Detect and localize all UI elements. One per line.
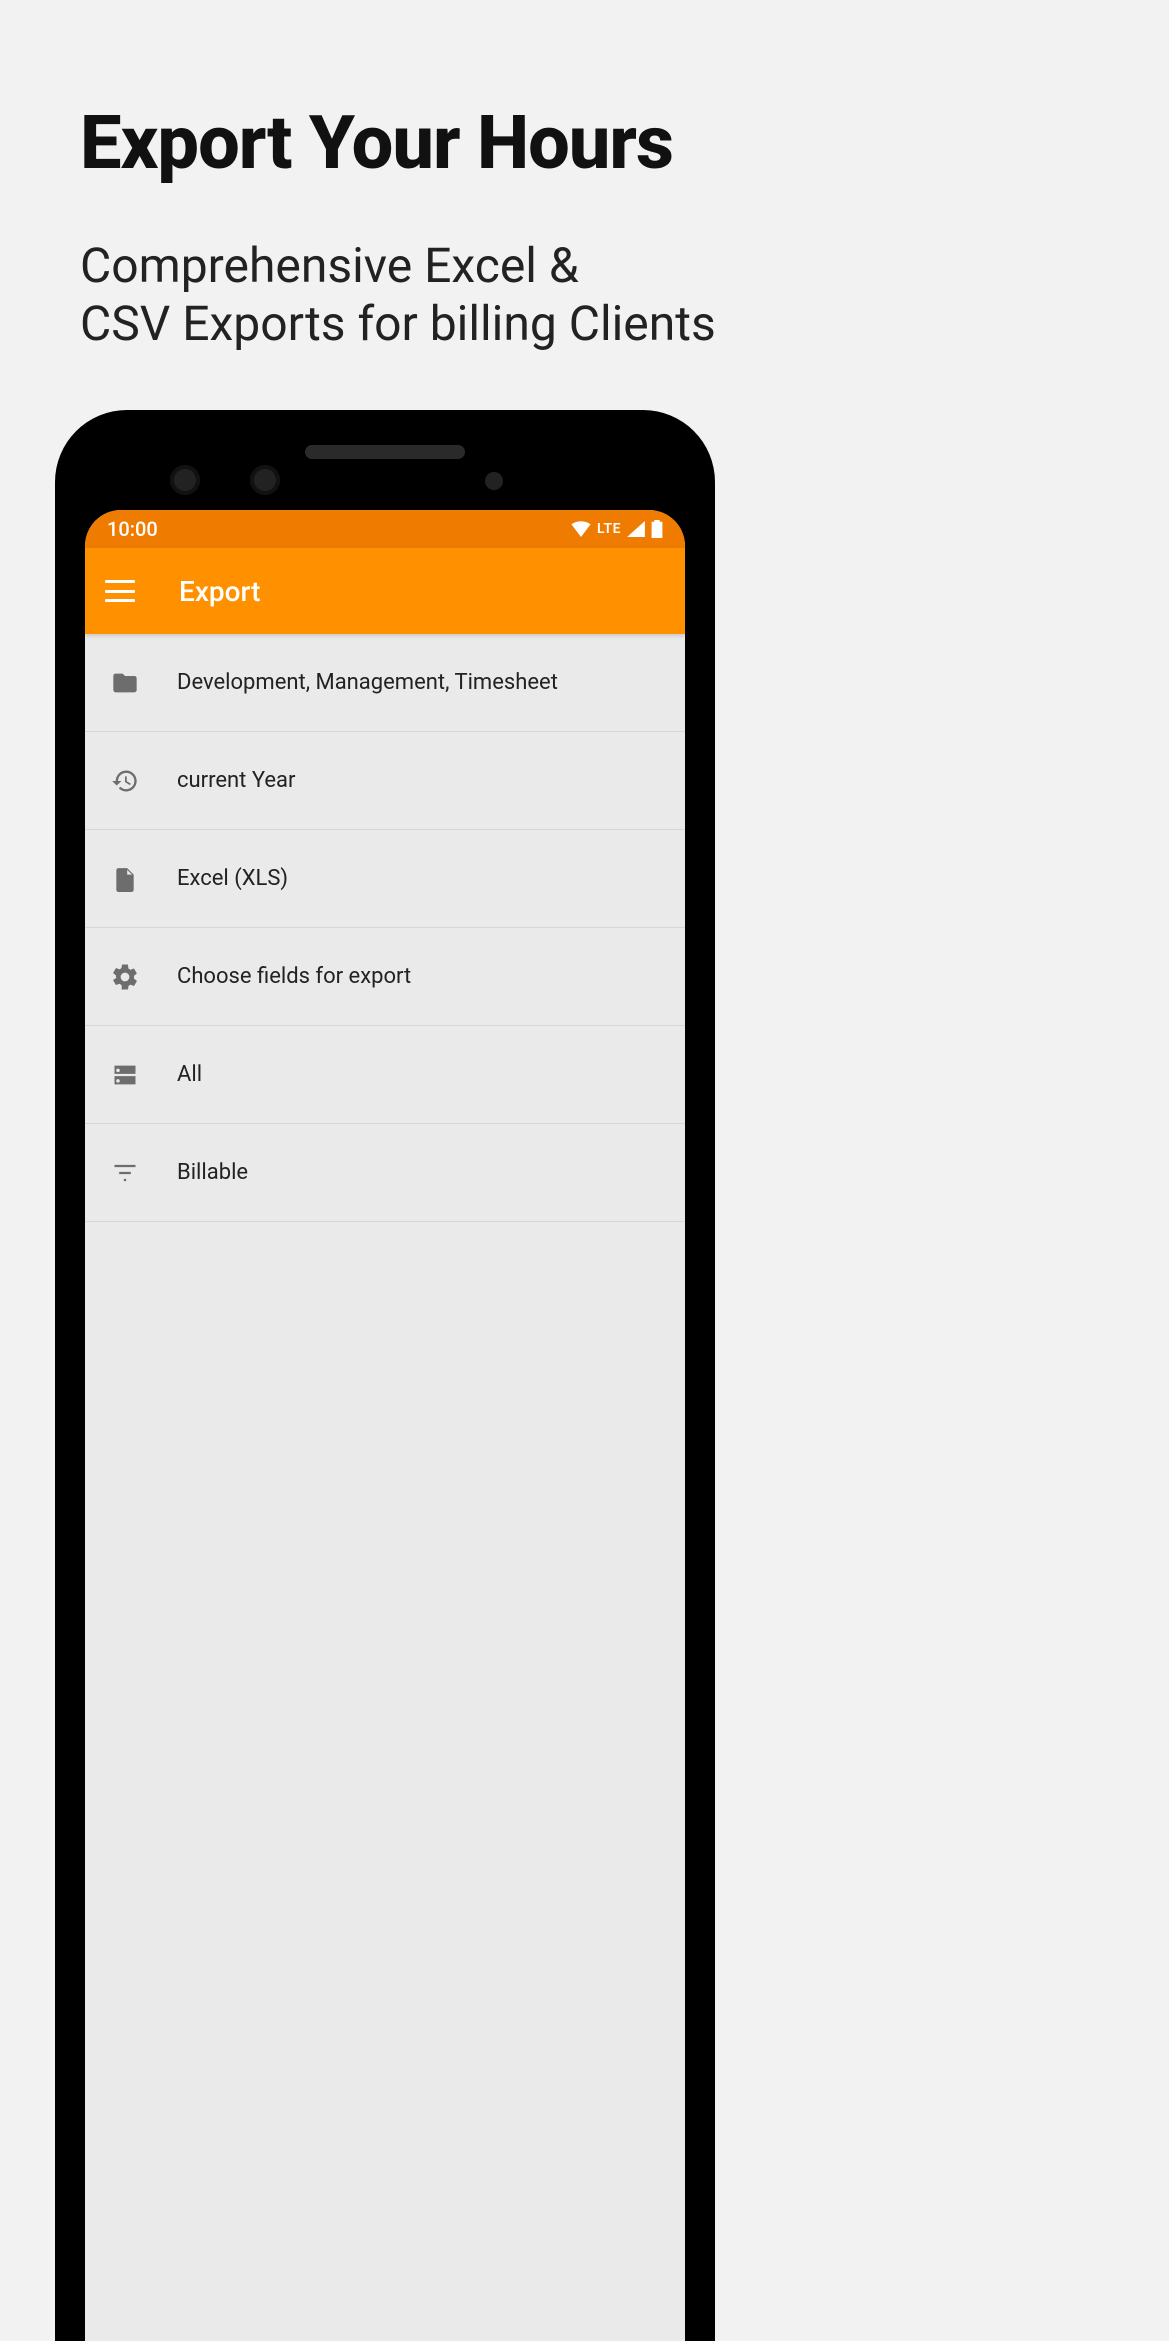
- option-label: Choose fields for export: [177, 964, 411, 989]
- option-label: Billable: [177, 1160, 248, 1185]
- marketing-subtitle-line2: CSV Exports for billing Clients: [80, 295, 716, 352]
- battery-icon: [651, 520, 663, 538]
- phone-sensor: [485, 472, 503, 490]
- option-choose-fields[interactable]: Choose fields for export: [85, 928, 685, 1026]
- option-file-format[interactable]: Excel (XLS): [85, 830, 685, 928]
- folder-icon: [109, 667, 141, 699]
- app-bar-title: Export: [179, 575, 260, 608]
- filter-icon: [109, 1157, 141, 1189]
- marketing-subtitle-line1: Comprehensive Excel &: [80, 237, 579, 294]
- file-icon: [109, 863, 141, 895]
- signal-icon: [627, 521, 645, 537]
- status-bar: 10:00 LTE: [85, 510, 685, 548]
- menu-button[interactable]: [105, 580, 135, 602]
- phone-frame: 10:00 LTE Export Development, Management…: [55, 410, 715, 2341]
- marketing-title: Export Your Hours: [80, 100, 1080, 187]
- option-grouping[interactable]: All: [85, 1026, 685, 1124]
- phone-speaker: [305, 445, 465, 459]
- export-options-list: Development, Management, Timesheet curre…: [85, 634, 685, 2341]
- option-label: Development, Management, Timesheet: [177, 670, 558, 695]
- wifi-icon: [571, 521, 591, 537]
- status-time: 10:00: [107, 517, 158, 541]
- option-label: Excel (XLS): [177, 866, 288, 891]
- marketing-copy: Export Your Hours Comprehensive Excel & …: [80, 100, 1080, 352]
- network-label: LTE: [597, 521, 621, 537]
- option-time-range[interactable]: current Year: [85, 732, 685, 830]
- option-projects[interactable]: Development, Management, Timesheet: [85, 634, 685, 732]
- history-icon: [109, 765, 141, 797]
- option-label: current Year: [177, 768, 295, 793]
- gear-icon: [109, 961, 141, 993]
- marketing-subtitle: Comprehensive Excel & CSV Exports for bi…: [80, 237, 1080, 352]
- app-bar: Export: [85, 548, 685, 634]
- option-billable-filter[interactable]: Billable: [85, 1124, 685, 1222]
- option-label: All: [177, 1062, 202, 1087]
- phone-camera: [170, 465, 200, 495]
- server-icon: [109, 1059, 141, 1091]
- status-icons: LTE: [571, 520, 663, 538]
- phone-screen: 10:00 LTE Export Development, Management…: [85, 510, 685, 2341]
- phone-camera: [250, 465, 280, 495]
